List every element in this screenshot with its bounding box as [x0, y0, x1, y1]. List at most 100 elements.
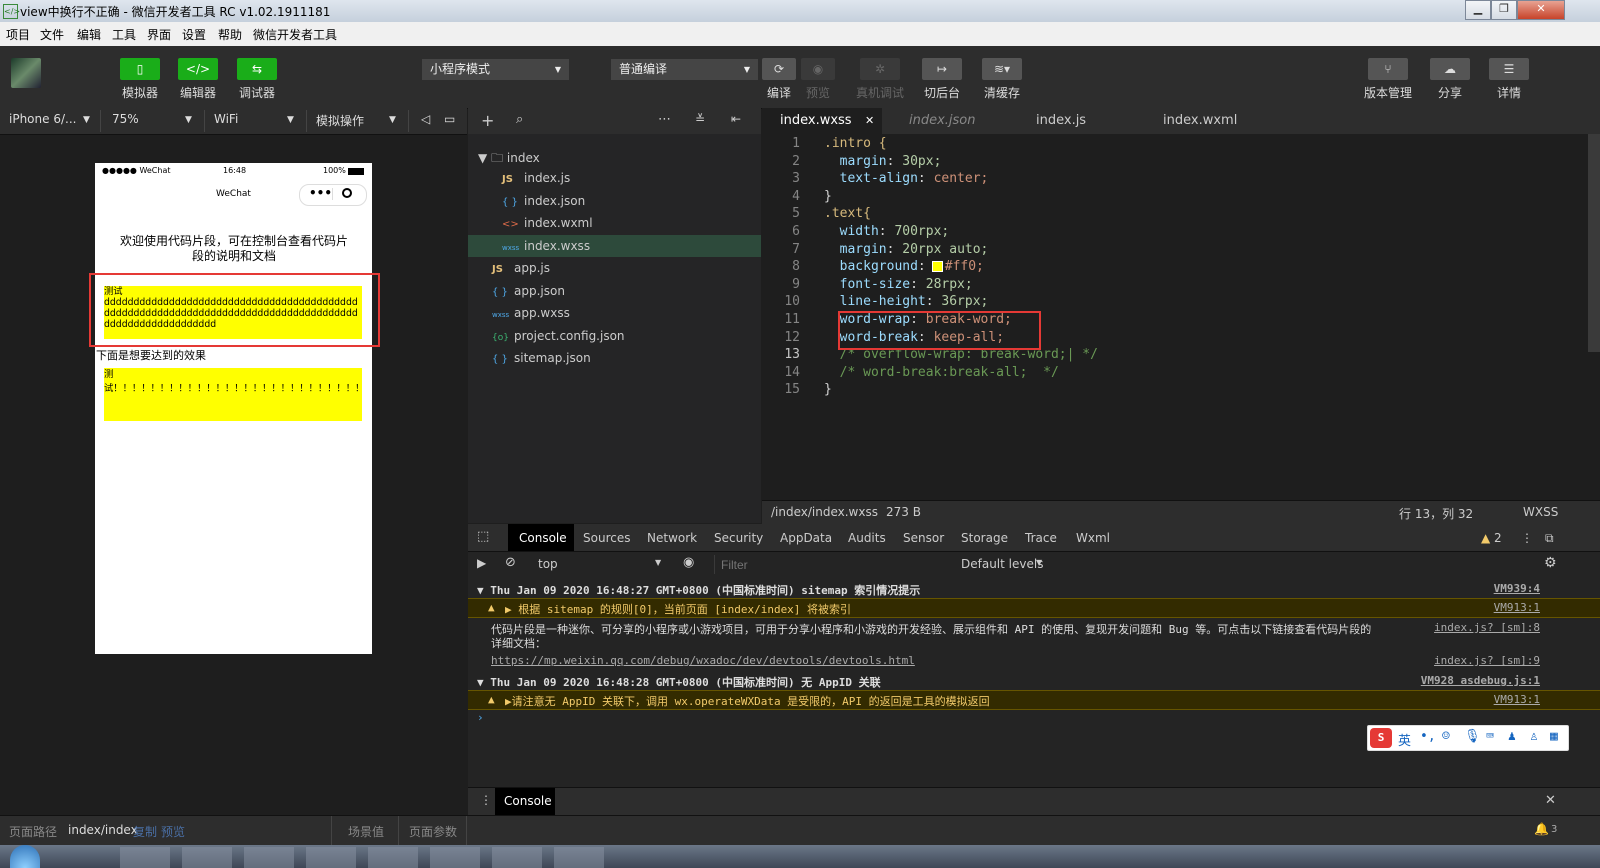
restore-button[interactable]: ❐: [1491, 0, 1517, 20]
device-select[interactable]: iPhone 6/...: [9, 112, 76, 126]
taskbar-item[interactable]: [306, 847, 356, 868]
volume-icon[interactable]: ◁: [421, 112, 430, 126]
user-icon[interactable]: ♟: [1508, 729, 1516, 744]
emoji-icon[interactable]: ☺: [1442, 729, 1450, 744]
simulate-select[interactable]: 模拟操作: [316, 112, 364, 129]
taskbar-item[interactable]: [430, 847, 480, 868]
close-icon[interactable]: ✕: [1545, 793, 1556, 808]
user-avatar[interactable]: [11, 58, 41, 88]
punctuation-icon[interactable]: •,: [1420, 729, 1436, 744]
network-select[interactable]: WiFi: [214, 112, 238, 126]
taskbar-item[interactable]: [492, 847, 542, 868]
share-label[interactable]: 分享: [1420, 84, 1480, 101]
tab-security[interactable]: Security: [714, 531, 763, 545]
menu-edit[interactable]: 编辑: [77, 26, 101, 43]
source-link[interactable]: VM928 asdebug.js:1: [1421, 674, 1540, 687]
undock-icon[interactable]: ⧉: [1545, 531, 1554, 546]
file-item[interactable]: { } index.json: [502, 194, 593, 217]
details-label[interactable]: 详情: [1479, 84, 1539, 101]
taskbar-item[interactable]: [182, 847, 232, 868]
filter-input[interactable]: [714, 555, 953, 574]
clear-cache-label[interactable]: 清缓存: [972, 84, 1032, 101]
tab-wxml[interactable]: Wxml: [1076, 531, 1110, 545]
source-link[interactable]: index.js? [sm]:9: [1434, 654, 1540, 667]
warning-count[interactable]: 2: [1494, 531, 1502, 545]
preview-link[interactable]: 预览: [161, 823, 185, 840]
source-link[interactable]: VM939:4: [1494, 582, 1540, 595]
background-icon[interactable]: ↦: [922, 58, 962, 80]
menu-help[interactable]: 帮助: [218, 26, 242, 43]
source-link[interactable]: index.js? [sm]:8: [1434, 621, 1540, 634]
levels-select[interactable]: Default levels: [961, 557, 1043, 571]
console-warning[interactable]: ▲ ▶请注意无 AppID 关联下，调用 wx.operateWXData 是受…: [468, 690, 1600, 710]
simulator-label[interactable]: 模拟器: [110, 84, 170, 101]
doc-link[interactable]: https://mp.weixin.qq.com/debug/wxadoc/de…: [491, 654, 915, 667]
tab-appdata[interactable]: AppData: [780, 531, 832, 545]
taskbar-item[interactable]: [120, 847, 170, 868]
branch-icon[interactable]: ⑂: [1368, 58, 1408, 80]
refresh-icon[interactable]: ⟳: [762, 58, 796, 80]
taskbar-item[interactable]: [554, 847, 604, 868]
menu-view[interactable]: 界面: [147, 26, 171, 43]
inspect-icon[interactable]: ⬚: [477, 529, 489, 544]
drawer-tab-console[interactable]: Console: [504, 794, 552, 808]
scrollbar[interactable]: [1588, 134, 1600, 352]
file-item[interactable]: wxss index.wxss: [502, 239, 593, 262]
scene-button[interactable]: 场景值: [348, 823, 384, 840]
console-warning[interactable]: ▲ ▶ 根据 sitemap 的规则[0]，当前页面 [index/index]…: [468, 598, 1600, 618]
taskbar-item[interactable]: [244, 847, 294, 868]
tab-network[interactable]: Network: [647, 531, 697, 545]
collapse-icon[interactable]: ≚: [695, 112, 705, 126]
copy-link[interactable]: 复制: [133, 823, 157, 840]
file-item[interactable]: { } sitemap.json: [492, 351, 625, 374]
mic-icon[interactable]: 🎙: [1464, 729, 1481, 744]
phone-icon[interactable]: ▯: [120, 58, 160, 80]
menu-icon[interactable]: ☰: [1489, 58, 1529, 80]
tab-index-json[interactable]: index.json: [909, 108, 976, 134]
tab-audits[interactable]: Audits: [848, 531, 886, 545]
debugger-label[interactable]: 调试器: [227, 84, 287, 101]
tab-sensor[interactable]: Sensor: [903, 531, 944, 545]
editor-label[interactable]: 编辑器: [168, 84, 228, 101]
gear-icon[interactable]: ⚙: [1544, 555, 1557, 571]
capsule-button[interactable]: •••: [299, 184, 367, 206]
layers-icon[interactable]: ≋▾: [982, 58, 1022, 80]
tab-index-wxml[interactable]: index.wxml: [1163, 108, 1237, 134]
debug-icon[interactable]: ⇆: [237, 58, 277, 80]
folder-index[interactable]: ▼ 🗀 index: [478, 149, 540, 170]
minimize-button[interactable]: ▁: [1465, 0, 1491, 20]
version-label[interactable]: 版本管理: [1358, 84, 1418, 101]
language-mode[interactable]: WXSS: [1523, 505, 1558, 519]
close-icon[interactable]: ✕: [865, 108, 874, 134]
more-icon[interactable]: •••: [309, 186, 332, 200]
background-label[interactable]: 切后台: [912, 84, 972, 101]
menu-file[interactable]: 文件: [40, 26, 64, 43]
grid-icon[interactable]: ▦: [1550, 729, 1558, 744]
phone-screen[interactable]: ●●●●● WeChat 16:48 100% WeChat ••• 欢迎使用代…: [95, 163, 372, 654]
page-params-button[interactable]: 页面参数: [409, 823, 457, 840]
prompt-icon[interactable]: ›: [477, 711, 484, 724]
mode-select[interactable]: 小程序模式 ▼: [422, 59, 569, 80]
clear-icon[interactable]: ⊘: [505, 555, 516, 570]
menu-wechat-devtools[interactable]: 微信开发者工具: [253, 26, 337, 43]
window-icon[interactable]: ▭: [444, 112, 455, 126]
kebab-menu-icon[interactable]: ⋮: [480, 793, 492, 807]
file-item[interactable]: {o} project.config.json: [492, 329, 625, 352]
eye-icon[interactable]: ◉: [683, 555, 694, 570]
file-item[interactable]: JS index.js: [502, 171, 593, 194]
source-link[interactable]: VM913:1: [1494, 601, 1540, 614]
keyboard-icon[interactable]: ⌨: [1486, 729, 1494, 744]
compile-mode-select[interactable]: 普通编译 ▼: [611, 59, 758, 80]
notification-count[interactable]: 3: [1551, 824, 1557, 835]
source-link[interactable]: VM913:1: [1494, 693, 1540, 706]
tab-index-js[interactable]: index.js: [1036, 108, 1086, 134]
ime-toolbar[interactable]: S 英 •, ☺ 🎙 ⌨ ♟ ♙ ▦: [1367, 725, 1569, 751]
taskbar-item[interactable]: [368, 847, 418, 868]
warning-icon[interactable]: ▲: [1481, 531, 1490, 545]
kebab-menu-icon[interactable]: ⋮: [1521, 531, 1533, 545]
start-icon[interactable]: [10, 845, 40, 868]
search-icon[interactable]: ⌕: [516, 112, 523, 127]
tab-sources[interactable]: Sources: [583, 531, 630, 545]
close-window-button[interactable]: ✕: [1517, 0, 1565, 20]
console-group[interactable]: ▼ Thu Jan 09 2020 16:48:27 GMT+0800 (中国标…: [468, 580, 1600, 598]
